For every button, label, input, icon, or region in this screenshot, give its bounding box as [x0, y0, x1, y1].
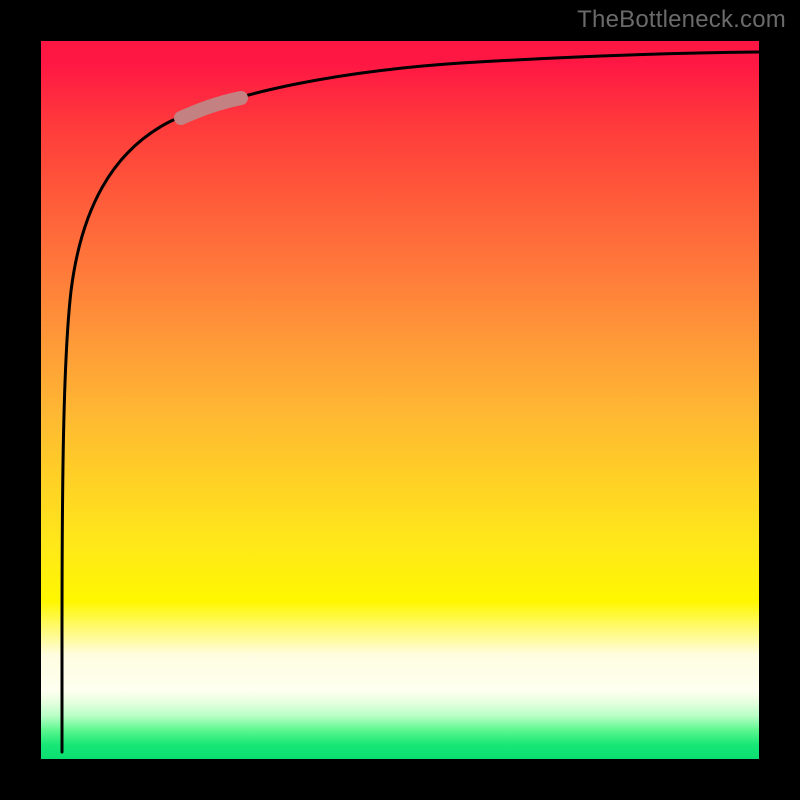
main-curve-path — [62, 52, 759, 752]
chart-stage: TheBottleneck.com — [0, 0, 800, 800]
curve-layer — [41, 41, 759, 759]
attribution-text: TheBottleneck.com — [577, 6, 786, 34]
marker-band-path — [181, 98, 241, 118]
plot-frame — [41, 41, 759, 759]
